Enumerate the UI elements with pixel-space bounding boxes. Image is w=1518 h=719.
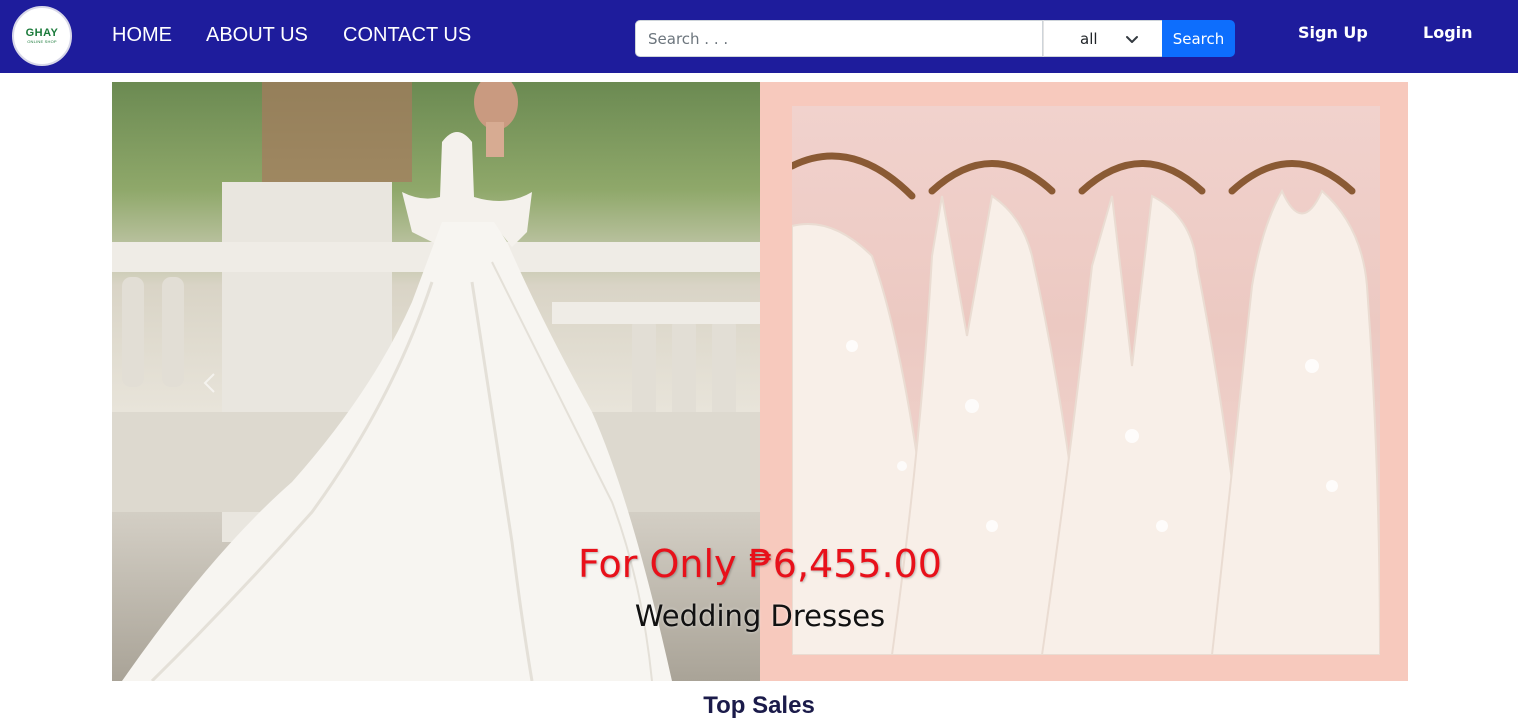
hero-image-bride (112, 82, 760, 681)
hero-image-dresses (760, 82, 1408, 681)
nav-contact-link[interactable]: CONTACT US (343, 24, 471, 46)
category-select-value: all (1080, 30, 1098, 48)
chevron-down-icon (1126, 36, 1138, 43)
logo-text: GHAY (25, 27, 59, 39)
category-select[interactable]: all (1043, 20, 1162, 57)
hero-carousel: For Only ₱6,455.00 Wedding Dresses (112, 82, 1408, 681)
nav-about-link[interactable]: ABOUT US (206, 24, 308, 46)
brand-logo[interactable]: GHAY ONLINE SHOP (12, 6, 72, 66)
login-link[interactable]: Login (1423, 23, 1473, 43)
carousel-prev-icon[interactable] (196, 368, 226, 398)
search-input[interactable] (635, 20, 1043, 57)
search-button[interactable]: Search (1162, 20, 1235, 57)
search-form: all Search (635, 20, 1235, 57)
hero-price-caption: For Only ₱6,455.00 (578, 542, 942, 586)
nav-home-link[interactable]: HOME (112, 24, 172, 46)
hero-title-caption: Wedding Dresses (634, 599, 886, 633)
navbar: GHAY ONLINE SHOP HOME ABOUT US CONTACT U… (0, 0, 1518, 73)
logo-subtext: ONLINE SHOP (27, 39, 57, 44)
top-sales-heading: Top Sales (703, 692, 815, 719)
sign-up-link[interactable]: Sign Up (1298, 23, 1368, 43)
